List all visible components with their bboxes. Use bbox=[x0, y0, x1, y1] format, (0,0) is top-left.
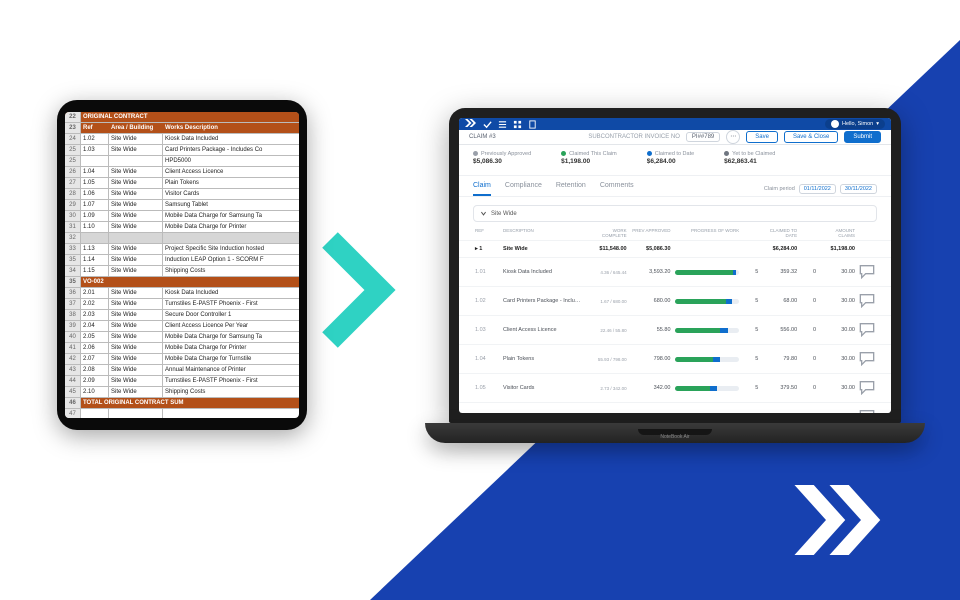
sheet-row: 402.05Site WideMobile Data Charge for Sa… bbox=[65, 332, 299, 343]
user-greeting: Hello, Simon bbox=[842, 121, 873, 127]
toolbar-check-icon[interactable] bbox=[483, 120, 492, 129]
period-label: Claim period bbox=[764, 186, 795, 192]
claim-toolbar: CLAIM #3 SUBCONTRACTOR INVOICE NO PI##78… bbox=[459, 130, 891, 145]
grid-col-head: PROGRESS OF WORK bbox=[675, 228, 740, 238]
sheet-row: 331.13Site WideProject Specific Site Ind… bbox=[65, 244, 299, 255]
grid-body: ▸ 1Site Wide$11,548.00$5,086.30$6,284.00… bbox=[459, 240, 891, 413]
summary-item: Claimed to Date$6,284.00 bbox=[647, 151, 694, 165]
grid-col-head: WORK COMPLETE bbox=[587, 228, 627, 238]
brand-chevrons-icon bbox=[792, 485, 902, 560]
sheet-row: 301.09Site WideMobile Data Charge for Sa… bbox=[65, 211, 299, 222]
sheet-row: 281.06Site WideVisitor Cards bbox=[65, 189, 299, 200]
grid-col-head: DESCRIPTION bbox=[503, 228, 583, 238]
grid-row[interactable]: 1.06Samsung Tablet1 of 7,500.00550.00105… bbox=[459, 402, 891, 413]
toolbar-doc-icon[interactable] bbox=[528, 120, 537, 129]
chevron-down-icon bbox=[480, 210, 487, 217]
transition-arrow-icon bbox=[320, 230, 410, 355]
sheet-row: 392.04Site WideClient Access Licence Per… bbox=[65, 321, 299, 332]
grid-col-head: CLAIMED TO DATE bbox=[762, 228, 797, 238]
sheet-row: 46TOTAL ORIGINAL CONTRACT SUM bbox=[65, 398, 299, 409]
comment-icon[interactable] bbox=[859, 362, 875, 368]
tab-compliance[interactable]: Compliance bbox=[505, 182, 542, 196]
sheet-row: 35VO-002 bbox=[65, 277, 299, 288]
app-top-bar: Hello, Simon ▾ bbox=[459, 118, 891, 130]
group-header[interactable]: Site Wide bbox=[473, 205, 877, 222]
claim-id: CLAIM #3 bbox=[469, 134, 496, 140]
laptop-device: Hello, Simon ▾ CLAIM #3 SUBCONTRACTOR IN… bbox=[425, 108, 925, 443]
sheet-row: 291.07Site WideSamsung Tablet bbox=[65, 200, 299, 211]
sheet-row: 442.09Site WideTurnstiles E-PASTF Phoeni… bbox=[65, 376, 299, 387]
sheet-row: 241.02Site WideKiosk Data Included bbox=[65, 134, 299, 145]
grid-row[interactable]: 1.02Card Printers Package - Includes Con… bbox=[459, 286, 891, 315]
comment-icon[interactable] bbox=[859, 391, 875, 397]
summary-strip: Previously Approved$5,086.30 Claimed This… bbox=[459, 145, 891, 176]
tablet-device: 22ORIGINAL CONTRACT23RefArea / BuildingW… bbox=[57, 100, 307, 430]
save-button[interactable]: Save bbox=[746, 131, 778, 143]
grid-row[interactable]: 1.05Visitor Cards2.73 / 342.00342.005379… bbox=[459, 373, 891, 402]
grid-col-head bbox=[743, 228, 758, 238]
user-chip[interactable]: Hello, Simon ▾ bbox=[825, 119, 885, 129]
sheet-row: 362.01Site WideKiosk Data Included bbox=[65, 288, 299, 299]
sheet-row: 47 bbox=[65, 409, 299, 418]
sheet-row: 25HPD5000 bbox=[65, 156, 299, 167]
toolbar-menu-icon[interactable] bbox=[498, 120, 507, 129]
submit-button[interactable]: Submit bbox=[844, 131, 881, 143]
sheet-row: 22ORIGINAL CONTRACT bbox=[65, 112, 299, 123]
tab-comments[interactable]: Comments bbox=[600, 182, 634, 196]
chevron-down-icon: ▾ bbox=[876, 121, 879, 127]
summary-item: Claimed This Claim$1,198.00 bbox=[561, 151, 617, 165]
summary-item: Yet to be Claimed$62,863.41 bbox=[724, 151, 775, 165]
grid-col-head bbox=[801, 228, 816, 238]
grid-row[interactable]: 1.01Kiosk Data Included4.36 / 645.443,59… bbox=[459, 257, 891, 286]
sheet-row: 382.03Site WideSecure Door Controller 1 bbox=[65, 310, 299, 321]
laptop-model-label: NoteBook Air bbox=[425, 434, 925, 440]
more-menu-icon[interactable]: ⋯ bbox=[726, 130, 740, 144]
sheet-row: 251.03Site WideCard Printers Package - I… bbox=[65, 145, 299, 156]
grid-parent-row[interactable]: ▸ 1Site Wide$11,548.00$5,086.30$6,284.00… bbox=[459, 240, 891, 257]
grid-row[interactable]: 1.03Client Access Licence22.46 / 55.8055… bbox=[459, 315, 891, 344]
period-from[interactable]: 01/11/2022 bbox=[799, 184, 836, 194]
tab-retention[interactable]: Retention bbox=[556, 182, 586, 196]
period-to[interactable]: 30/11/2022 bbox=[840, 184, 877, 194]
sheet-row: 32 bbox=[65, 233, 299, 244]
sheet-row: 23RefArea / BuildingWorks Description bbox=[65, 123, 299, 134]
sheet-row: 271.05Site WidePlain Tokens bbox=[65, 178, 299, 189]
summary-item: Previously Approved$5,086.30 bbox=[473, 151, 531, 165]
sheet-row: 311.10Site WideMobile Data Charge for Pr… bbox=[65, 222, 299, 233]
sheet-row: 422.07Site WideMobile Data Charge for Tu… bbox=[65, 354, 299, 365]
invoice-label: SUBCONTRACTOR INVOICE NO bbox=[588, 134, 680, 140]
avatar bbox=[831, 120, 839, 128]
invoice-input[interactable]: PI##789 bbox=[686, 132, 720, 142]
comment-icon[interactable] bbox=[859, 333, 875, 339]
sheet-row: 351.14Site WideInduction LEAP Option 1 -… bbox=[65, 255, 299, 266]
tab-claim[interactable]: Claim bbox=[473, 182, 491, 196]
grid-col-head bbox=[859, 228, 875, 238]
tab-bar: Claim Compliance Retention Comments Clai… bbox=[459, 176, 891, 197]
spreadsheet: 22ORIGINAL CONTRACT23RefArea / BuildingW… bbox=[65, 112, 299, 418]
toolbar-grid-icon[interactable] bbox=[513, 120, 522, 129]
comment-icon[interactable] bbox=[859, 304, 875, 310]
sheet-row: 341.15Site WideShipping Costs bbox=[65, 266, 299, 277]
save-close-button[interactable]: Save & Close bbox=[784, 131, 838, 143]
grid-col-head: PREV APPROVED bbox=[631, 228, 671, 238]
group-title: Site Wide bbox=[491, 211, 517, 217]
grid-header: REF DESCRIPTION WORK COMPLETE PREV APPROVED… bbox=[459, 226, 891, 240]
sheet-row: 452.10Site WideShipping Costs bbox=[65, 387, 299, 398]
grid-col-head: AMOUNT CLAIMS bbox=[820, 228, 855, 238]
sheet-row: 412.06Site WideMobile Data Charge for Pr… bbox=[65, 343, 299, 354]
sheet-row: 432.08Site WideAnnual Maintenance of Pri… bbox=[65, 365, 299, 376]
grid-col-head: REF bbox=[475, 228, 499, 238]
comment-icon[interactable] bbox=[859, 275, 875, 281]
sheet-row: 261.04Site WideClient Access Licence bbox=[65, 167, 299, 178]
grid-row[interactable]: 1.04Plain Tokens55.93 / 798.00798.00579.… bbox=[459, 344, 891, 373]
app-logo-icon bbox=[465, 118, 477, 130]
laptop-base bbox=[425, 423, 925, 443]
sheet-row: 372.02Site WideTurnstiles E-PASTF Phoeni… bbox=[65, 299, 299, 310]
